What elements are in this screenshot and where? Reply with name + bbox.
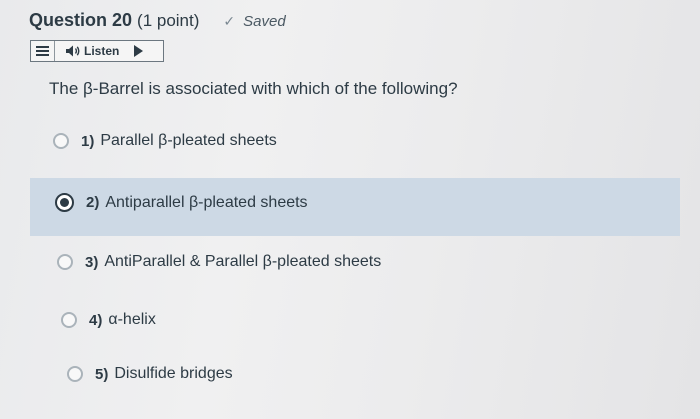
option-number: 4) (89, 311, 103, 329)
option-number: 2) (86, 194, 100, 211)
radio-button[interactable] (53, 133, 69, 149)
option-label[interactable]: Antiparallel β-pleated sheets (105, 194, 307, 212)
check-icon: ✓ (223, 13, 236, 29)
saved-label: Saved (243, 13, 286, 30)
listen-button[interactable]: Listen (84, 44, 119, 58)
option-number: 5) (95, 365, 109, 383)
speaker-icon (66, 45, 80, 57)
option-number: 3) (85, 253, 99, 271)
radio-button[interactable] (61, 312, 77, 328)
answer-option-4[interactable]: 4) α-helix (61, 311, 156, 329)
radio-button-selected[interactable] (55, 193, 74, 212)
menu-icon[interactable] (31, 41, 55, 61)
radio-button[interactable] (57, 254, 73, 270)
option-label[interactable]: α-helix (108, 311, 155, 329)
question-points: (1 point) (137, 11, 200, 30)
answer-option-2[interactable]: 2) Antiparallel β-pleated sheets (55, 193, 308, 212)
option-label[interactable]: Parallel β-pleated sheets (100, 132, 276, 150)
option-number: 1) (81, 132, 95, 150)
play-icon[interactable] (134, 45, 144, 57)
listen-toolbar[interactable]: Listen (30, 40, 164, 62)
question-title: Question 20 (29, 10, 133, 30)
radio-button[interactable] (67, 366, 83, 382)
question-header: Question 20 (1 point) ✓ Saved (29, 10, 286, 34)
question-prompt: The β-Barrel is associated with which of… (49, 79, 458, 98)
answer-option-1[interactable]: 1) Parallel β-pleated sheets (53, 132, 277, 150)
answer-option-3[interactable]: 3) AntiParallel & Parallel β-pleated she… (57, 253, 381, 271)
option-label[interactable]: Disulfide bridges (114, 365, 232, 383)
saved-status: ✓ Saved (223, 13, 285, 30)
option-label[interactable]: AntiParallel & Parallel β-pleated sheets (104, 253, 381, 271)
answer-option-5[interactable]: 5) Disulfide bridges (67, 365, 233, 383)
